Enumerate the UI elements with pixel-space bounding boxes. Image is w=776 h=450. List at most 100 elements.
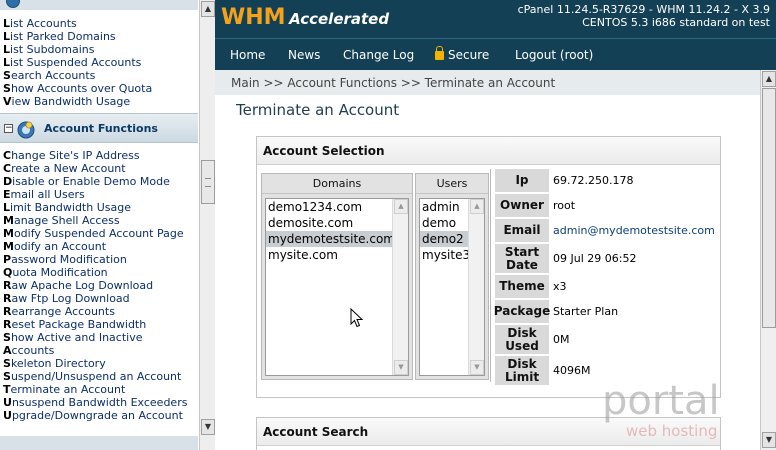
sidebar-link[interactable]: Accounts	[3, 344, 199, 357]
sidebar-link[interactable]: Password Modification	[3, 253, 199, 266]
sidebar-link[interactable]: List Accounts	[3, 17, 199, 30]
page-title: Terminate an Account	[236, 101, 400, 119]
domain-option[interactable]: demosite.com	[266, 215, 408, 231]
whm-logo[interactable]: WHM Accelerated	[221, 5, 389, 30]
info-row-start-date: Start Date 09 Jul 29 06:52	[493, 244, 718, 273]
version-line: cPanel 11.24.5-R37629 - WHM 11.24.2 - X …	[517, 3, 770, 16]
divider	[490, 169, 491, 382]
sidebar-link[interactable]: View Bandwidth Usage	[3, 95, 199, 108]
version-info: cPanel 11.24.5-R37629 - WHM 11.24.2 - X …	[518, 3, 770, 29]
domains-scrollbar[interactable]: ▲ ▼	[392, 199, 408, 375]
nav-news[interactable]: News	[288, 48, 320, 62]
scroll-down-arrow-icon[interactable]: ▼	[201, 419, 215, 435]
nav-secure[interactable]: Secure	[435, 46, 489, 62]
email-link[interactable]: admin@mydemotestsite.com	[553, 219, 715, 242]
sidebar-link[interactable]: Quota Modification	[3, 266, 199, 279]
lock-icon	[435, 46, 444, 60]
scroll-down-arrow-icon[interactable]: ▼	[470, 360, 484, 375]
info-label: Theme	[495, 275, 549, 298]
sidebar-section-account-functions[interactable]: − Account Functions	[0, 113, 198, 143]
domain-option[interactable]: demo1234.com	[266, 199, 408, 215]
nav-logout[interactable]: Logout (root)	[515, 48, 593, 62]
sidebar-link[interactable]: Create a New Account	[3, 162, 199, 175]
sidebar-link[interactable]: List Suspended Accounts	[3, 56, 199, 69]
account-info-table: Ip 69.72.250.178 Owner root Email admin@…	[493, 169, 718, 387]
panel-title: Account Selection	[257, 137, 720, 165]
os-line: CENTOS 5.3 i686 standard on test	[582, 16, 770, 29]
users-list[interactable]: admin demo demo2 mysite3 ▲ ▼	[419, 198, 485, 376]
domains-listbox[interactable]: Domains demo1234.com demosite.com mydemote…	[261, 173, 413, 380]
domains-header: Domains	[262, 174, 412, 194]
domains-list[interactable]: demo1234.com demosite.com mydemotestsite.c…	[265, 198, 409, 376]
disk-used-value: 0M	[553, 333, 570, 346]
info-label: Ip	[495, 169, 549, 192]
collapse-toggle-icon[interactable]: −	[4, 124, 13, 133]
top-header: WHM Accelerated cPanel 11.24.5-R37629 - …	[215, 0, 776, 38]
info-row-ip: Ip 69.72.250.178	[493, 169, 718, 192]
info-label: Package	[494, 300, 550, 323]
sidebar-link[interactable]: Raw Ftp Log Download	[3, 292, 199, 305]
sidebar-link[interactable]: List Parked Domains	[3, 30, 199, 43]
info-label: Start Date	[495, 244, 549, 273]
scrollbar-thumb[interactable]	[762, 88, 776, 328]
info-label: Owner	[495, 194, 549, 217]
domain-option[interactable]: mysite.com	[266, 247, 408, 263]
main-scrollbar[interactable]: ▲ ▼	[760, 70, 776, 450]
sidebar-link[interactable]: Upgrade/Downgrade an Account	[3, 409, 199, 422]
sidebar-link[interactable]: Terminate an Account	[3, 383, 199, 396]
info-label: Email	[495, 219, 549, 242]
sidebar-link[interactable]: Disable or Enable Demo Mode	[3, 175, 199, 188]
sidebar-link[interactable]: List Subdomains	[3, 43, 199, 56]
sidebar-link[interactable]: Email all Users	[3, 188, 199, 201]
sidebar-scrollbar[interactable]: ▲ ▼	[199, 0, 215, 450]
sidebar-next-section-header	[0, 436, 198, 450]
scrollbar-thumb[interactable]	[201, 160, 215, 204]
mouse-cursor-icon	[350, 308, 364, 328]
scroll-down-arrow-icon[interactable]: ▼	[394, 360, 408, 375]
section-title: Account Functions	[44, 122, 158, 135]
sidebar-link[interactable]: Manage Shell Access	[3, 214, 199, 227]
account-functions-icon	[17, 121, 35, 139]
package-value: Starter Plan	[553, 305, 619, 318]
users-listbox[interactable]: Users admin demo demo2 mysite3 ▲ ▼	[415, 173, 489, 380]
info-label: Disk Limit	[495, 356, 549, 385]
watermark-tagline: web hosting	[626, 422, 717, 440]
sidebar-link[interactable]: Modify Suspended Account Page	[3, 227, 199, 240]
sidebar-section-header-collapsed	[0, 0, 198, 10]
scroll-up-arrow-icon[interactable]: ▲	[762, 71, 776, 87]
sidebar-account-functions-list: Change Site's IP Address Create a New Acc…	[3, 149, 199, 422]
info-row-owner: Owner root	[493, 194, 718, 217]
scroll-up-arrow-icon[interactable]: ▲	[470, 199, 484, 214]
info-row-package: Package Starter Plan	[493, 300, 718, 323]
sidebar-link[interactable]: Show Active and Inactive	[3, 331, 199, 344]
sidebar-link[interactable]: Search Accounts	[3, 69, 199, 82]
sidebar-link[interactable]: Show Accounts over Quota	[3, 82, 199, 95]
scroll-up-arrow-icon[interactable]: ▲	[201, 1, 215, 17]
info-label-line: Disk	[507, 325, 537, 340]
sidebar-link[interactable]: Reset Package Bandwidth	[3, 318, 199, 331]
sidebar-link[interactable]: Suspend/Unsuspend an Account	[3, 370, 199, 383]
sidebar-link[interactable]: Raw Apache Log Download	[3, 279, 199, 292]
sidebar-account-info-list: List Accounts List Parked Domains List Sub…	[3, 17, 199, 108]
sidebar-link[interactable]: Modify an Account	[3, 240, 199, 253]
info-label-line: Date	[506, 257, 538, 272]
sidebar-link[interactable]: Skeleton Directory	[3, 357, 199, 370]
nav-home[interactable]: Home	[230, 48, 265, 62]
sidebar-link[interactable]: Change Site's IP Address	[3, 149, 199, 162]
users-scrollbar[interactable]: ▲ ▼	[468, 199, 484, 375]
sidebar-link[interactable]: Limit Bandwidth Usage	[3, 201, 199, 214]
sidebar-link[interactable]: Rearrange Accounts	[3, 305, 199, 318]
sidebar-link[interactable]: Unsuspend Bandwidth Exceeders	[3, 396, 199, 409]
info-label-line: Start	[504, 244, 540, 259]
info-row-theme: Theme x3	[493, 275, 718, 298]
nav-change-log[interactable]: Change Log	[343, 48, 414, 62]
domain-option[interactable]: mydemotestsite.com	[266, 231, 408, 247]
start-date-value: 09 Jul 29 06:52	[553, 252, 637, 265]
scroll-down-arrow-icon[interactable]: ▼	[762, 432, 776, 448]
scroll-up-arrow-icon[interactable]: ▲	[394, 199, 408, 214]
breadcrumb: Main >> Account Functions >> Terminate a…	[215, 70, 760, 95]
info-label-line: Disk	[507, 356, 537, 371]
info-label-line: Used	[505, 338, 539, 353]
top-nav: Home News Change Log Secure Logout (root…	[215, 38, 776, 70]
owner-value: root	[553, 199, 576, 212]
